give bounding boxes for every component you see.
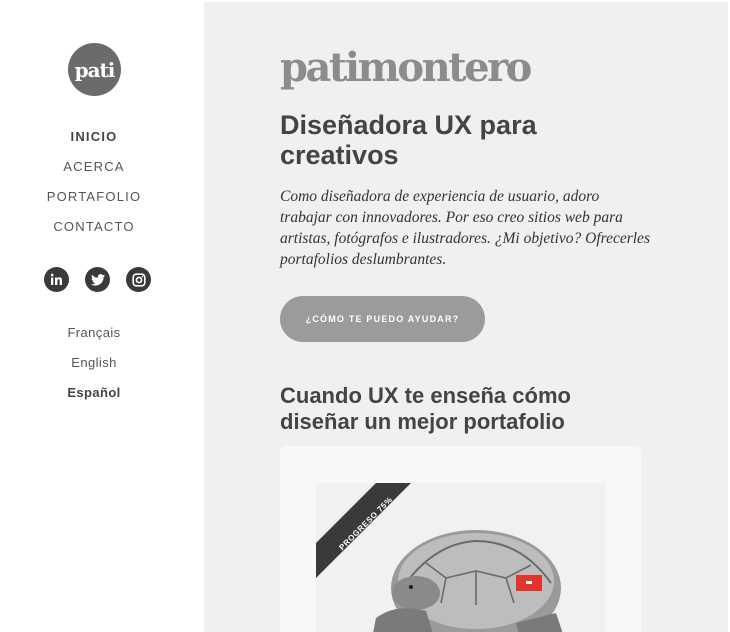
logo-text: pati <box>74 57 116 82</box>
main-content: patimontero Diseñadora UX para creativos… <box>204 2 728 632</box>
lang-item-spanish[interactable]: Español <box>0 383 188 413</box>
instagram-icon[interactable] <box>126 267 151 292</box>
intro-text: Como diseñadora de experiencia de usuari… <box>280 188 650 268</box>
social-links <box>44 267 151 292</box>
logo[interactable]: pati <box>68 43 121 96</box>
twitter-icon[interactable] <box>85 267 110 292</box>
help-cta-button[interactable]: ¿CÓMO TE PUEDO AYUDAR? <box>280 296 485 342</box>
nav-item-portafolio[interactable]: PORTAFOLIO <box>0 187 188 217</box>
brand-wordmark: patimontero <box>280 44 532 91</box>
linkedin-icon[interactable] <box>44 267 69 292</box>
lang-item-english[interactable]: English <box>0 353 188 383</box>
section-heading: Cuando UX te enseña cómo diseñar un mejo… <box>280 383 571 434</box>
tortoise-illustration: PROGRESO 75% <box>316 483 606 632</box>
nav-item-acerca[interactable]: ACERCA <box>0 157 188 187</box>
main-nav: INICIO ACERCA PORTAFOLIO CONTACTO <box>0 127 188 247</box>
nav-item-contacto[interactable]: CONTACTO <box>0 217 188 247</box>
language-switcher: Français English Español <box>0 323 188 413</box>
sidebar: pati INICIO ACERCA PORTAFOLIO CONTACTO F… <box>0 0 204 632</box>
lang-item-french[interactable]: Français <box>0 323 188 353</box>
nav-item-inicio[interactable]: INICIO <box>0 127 188 157</box>
article-card[interactable]: PROGRESO 75% <box>280 446 641 632</box>
tortoise-drawing <box>373 530 563 632</box>
page-title: Diseñadora UX para creativos <box>280 110 537 170</box>
